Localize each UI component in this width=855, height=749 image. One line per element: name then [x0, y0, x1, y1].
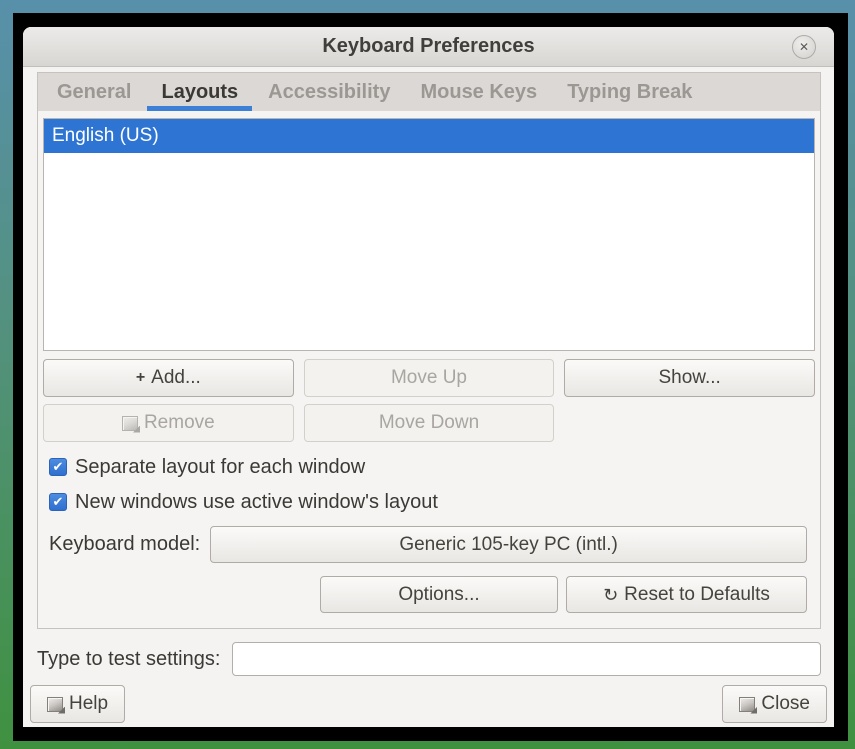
- add-icon: +: [136, 369, 145, 387]
- new-windows-layout-option[interactable]: ✔ New windows use active window's layout: [49, 487, 815, 517]
- move-up-button[interactable]: Move Up: [304, 359, 555, 397]
- dialog-footer: Help Close: [30, 685, 827, 723]
- settings-notebook: General Layouts Accessibility Mouse Keys…: [37, 72, 821, 629]
- show-layout-button[interactable]: Show...: [564, 359, 815, 397]
- new-windows-layout-label: New windows use active window's layout: [75, 491, 438, 514]
- close-icon: ✕: [799, 40, 809, 54]
- help-label: Help: [69, 693, 108, 715]
- window-title: Keyboard Preferences: [322, 35, 534, 58]
- keyboard-model-value: Generic 105-key PC (intl.): [399, 534, 618, 556]
- list-item-english-us[interactable]: English (US): [44, 119, 814, 153]
- move-down-button[interactable]: Move Down: [304, 404, 555, 442]
- keyboard-layout-list[interactable]: English (US): [43, 118, 815, 351]
- layouts-tab-page: English (US) + Add... Move Up Show...: [38, 111, 820, 628]
- tab-layouts[interactable]: Layouts: [146, 73, 253, 111]
- help-icon: [47, 697, 63, 712]
- tab-mouse-keys[interactable]: Mouse Keys: [405, 73, 552, 111]
- test-settings-label: Type to test settings:: [37, 648, 220, 671]
- reset-label: Reset to Defaults: [624, 584, 770, 606]
- close-button-icon: [739, 697, 755, 712]
- keyboard-model-button[interactable]: Generic 105-key PC (intl.): [210, 526, 807, 563]
- tab-accessibility[interactable]: Accessibility: [253, 73, 405, 111]
- grid-spacer: [564, 404, 815, 442]
- remove-icon: [122, 416, 138, 431]
- keyboard-preferences-dialog: Keyboard Preferences ✕ General Layouts A…: [23, 27, 834, 727]
- remove-label: Remove: [144, 412, 215, 434]
- close-button[interactable]: Close: [722, 685, 827, 723]
- new-windows-layout-checkbox[interactable]: ✔: [49, 493, 67, 511]
- help-button[interactable]: Help: [30, 685, 125, 723]
- options-label: Options...: [398, 584, 479, 606]
- add-label: Add...: [151, 367, 201, 389]
- layout-list-buttons: + Add... Move Up Show... Remove Move Do: [43, 359, 815, 442]
- add-layout-button[interactable]: + Add...: [43, 359, 294, 397]
- options-button[interactable]: Options...: [320, 576, 558, 613]
- reset-icon: ↻: [603, 586, 618, 604]
- tab-bar: General Layouts Accessibility Mouse Keys…: [38, 73, 820, 111]
- checkmark-icon: ✔: [53, 494, 64, 510]
- keyboard-model-label: Keyboard model:: [49, 533, 200, 556]
- close-label: Close: [761, 693, 810, 715]
- options-reset-row: Options... ↻ Reset to Defaults: [43, 576, 807, 613]
- separate-layout-option[interactable]: ✔ Separate layout for each window: [49, 452, 815, 482]
- keyboard-model-row: Keyboard model: Generic 105-key PC (intl…: [49, 526, 807, 563]
- separate-layout-label: Separate layout for each window: [75, 456, 365, 479]
- move-down-label: Move Down: [379, 412, 479, 434]
- checkmark-icon: ✔: [53, 459, 64, 475]
- test-settings-row: Type to test settings:: [37, 642, 821, 676]
- reset-to-defaults-button[interactable]: ↻ Reset to Defaults: [566, 576, 807, 613]
- tab-typing-break[interactable]: Typing Break: [552, 73, 707, 111]
- tab-general[interactable]: General: [42, 73, 146, 111]
- show-label: Show...: [659, 367, 721, 389]
- remove-layout-button[interactable]: Remove: [43, 404, 294, 442]
- dialog-content: General Layouts Accessibility Mouse Keys…: [23, 67, 834, 727]
- titlebar[interactable]: Keyboard Preferences ✕: [23, 27, 834, 67]
- test-settings-input[interactable]: [232, 642, 821, 676]
- move-up-label: Move Up: [391, 367, 467, 389]
- separate-layout-checkbox[interactable]: ✔: [49, 458, 67, 476]
- close-window-button[interactable]: ✕: [792, 35, 816, 59]
